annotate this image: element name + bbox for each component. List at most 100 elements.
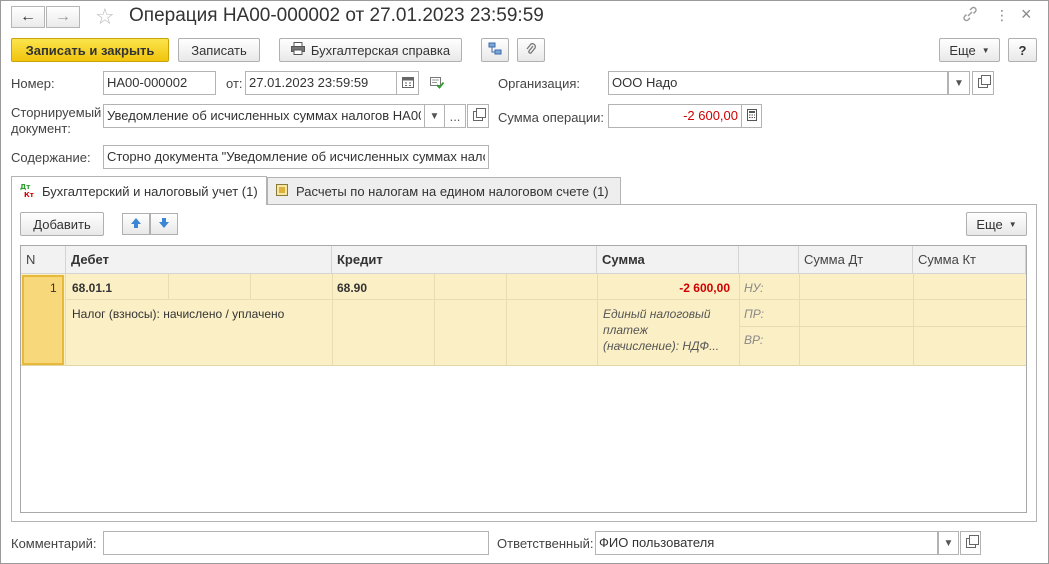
forward-button[interactable]: → xyxy=(46,6,80,28)
storno-dropdown-button[interactable]: ▼ xyxy=(424,104,445,128)
paperclip-icon xyxy=(525,42,537,59)
debit-credit-icon: Дт Кт xyxy=(20,182,36,201)
sum-description-line3: (начисление): НДФ... xyxy=(603,339,720,353)
forward-arrow-icon: → xyxy=(55,8,71,25)
storno-document-field[interactable]: Уведомление об исчисленных суммах налого… xyxy=(103,104,425,128)
page-title: Операция НА00-000002 от 27.01.2023 23:59… xyxy=(129,5,544,26)
calendar-button[interactable] xyxy=(396,71,419,95)
open-icon xyxy=(965,535,979,548)
chevron-down-icon: ▼ xyxy=(981,45,990,55)
storno-label-line2: документ: xyxy=(11,121,71,136)
content-value: Сторно документа "Уведомление об исчисле… xyxy=(107,149,485,164)
credit-account[interactable]: 68.90 xyxy=(337,281,367,295)
accounting-report-button[interactable]: Бухгалтерская справка xyxy=(279,38,462,62)
chevron-down-icon: ▼ xyxy=(943,537,954,549)
tab-accounting[interactable]: Дт Кт Бухгалтерский и налоговый учет (1) xyxy=(11,176,267,205)
sum-label: Сумма операции: xyxy=(498,110,604,125)
date-field[interactable]: 27.01.2023 23:59:59 xyxy=(245,71,397,95)
attach-button[interactable] xyxy=(517,38,545,62)
column-header-blank xyxy=(739,246,799,274)
pr-label: ПР: xyxy=(744,307,764,321)
row-number: 1 xyxy=(50,281,57,295)
arrow-up-icon xyxy=(130,217,142,232)
tab-tax-settlements-label: Расчеты по налогам на едином налоговом с… xyxy=(296,184,609,199)
nu-label: НУ: xyxy=(744,281,764,295)
responsible-value: ФИО пользователя xyxy=(599,535,715,550)
responsible-label: Ответственный: xyxy=(497,536,594,551)
close-icon[interactable]: × xyxy=(1021,4,1032,25)
table-more-button[interactable]: Еще ▼ xyxy=(966,212,1027,236)
more-button[interactable]: Еще ▼ xyxy=(939,38,1000,62)
svg-text:Кт: Кт xyxy=(24,191,35,198)
calendar-icon xyxy=(401,76,414,91)
tax-document-icon xyxy=(276,184,288,199)
ellipsis-label: ... xyxy=(449,108,461,124)
chevron-down-icon: ▼ xyxy=(429,110,440,122)
save-button[interactable]: Записать xyxy=(178,38,260,62)
column-header-sum-kt[interactable]: Сумма Кт xyxy=(913,246,1026,274)
debit-account[interactable]: 68.01.1 xyxy=(72,281,112,295)
sum-field[interactable]: -2 600,00 xyxy=(608,104,742,128)
date-label: от: xyxy=(226,76,243,91)
row-number-cell[interactable] xyxy=(22,275,64,365)
back-button[interactable]: ← xyxy=(11,6,45,28)
column-header-sum[interactable]: Сумма xyxy=(597,246,739,274)
favorite-star-icon[interactable]: ☆ xyxy=(95,4,115,30)
save-and-close-button[interactable]: Записать и закрыть xyxy=(11,38,169,62)
add-row-button[interactable]: Добавить xyxy=(20,212,104,236)
column-header-sum-dt[interactable]: Сумма Дт xyxy=(799,246,913,274)
tab-tax-settlements[interactable]: Расчеты по налогам на едином налоговом с… xyxy=(267,177,621,205)
column-header-credit[interactable]: Кредит xyxy=(332,246,597,274)
storno-document-value: Уведомление об исчисленных суммах налого… xyxy=(107,108,421,123)
column-header-debit[interactable]: Дебет xyxy=(66,246,332,274)
responsible-field[interactable]: ФИО пользователя xyxy=(595,531,938,555)
vr-label: ВР: xyxy=(744,333,764,347)
cell-divider xyxy=(739,274,1026,327)
accounting-report-label: Бухгалтерская справка xyxy=(310,42,451,58)
organization-field[interactable]: ООО Надо xyxy=(608,71,948,95)
content-label: Содержание: xyxy=(11,150,91,165)
number-label: Номер: xyxy=(11,76,55,91)
chevron-down-icon: ▼ xyxy=(954,77,964,89)
tab-accounting-label: Бухгалтерский и налоговый учет (1) xyxy=(42,183,258,199)
storno-open-button[interactable] xyxy=(467,104,489,128)
organization-dropdown-button[interactable]: ▼ xyxy=(948,71,970,95)
arrow-down-icon xyxy=(158,217,170,232)
number-value: НА00-000002 xyxy=(107,75,188,90)
organization-label: Организация: xyxy=(498,76,581,91)
cell-divider xyxy=(332,274,597,300)
help-button[interactable]: ? xyxy=(1008,38,1037,62)
organization-open-button[interactable] xyxy=(972,71,994,95)
open-icon xyxy=(978,75,991,88)
calculator-button[interactable] xyxy=(741,104,762,128)
structure-icon xyxy=(488,42,502,59)
table-more-label: Еще xyxy=(976,216,1003,232)
content-field[interactable]: Сторно документа "Уведомление об исчисле… xyxy=(103,145,489,169)
sum-description-line2: платеж xyxy=(603,323,648,337)
comment-field[interactable] xyxy=(103,531,489,555)
open-icon xyxy=(473,108,486,121)
more-vertical-icon[interactable]: ⋮ xyxy=(995,7,1009,24)
back-arrow-icon: ← xyxy=(20,8,36,25)
move-down-button[interactable] xyxy=(150,213,178,235)
column-header-n[interactable]: N xyxy=(21,246,66,274)
responsible-dropdown-button[interactable]: ▼ xyxy=(938,531,959,555)
storno-label-line1: Сторнируемый xyxy=(11,105,102,120)
move-up-button[interactable] xyxy=(122,213,150,235)
sum-description-line1: Единый налоговый xyxy=(603,307,711,321)
entries-table[interactable]: N Дебет Кредит Сумма Сумма Дт Сумма Кт 1… xyxy=(20,245,1027,513)
comment-label: Комментарий: xyxy=(11,536,97,551)
number-field[interactable]: НА00-000002 xyxy=(103,71,216,95)
storno-select-button[interactable]: ... xyxy=(444,104,466,128)
debit-subconto[interactable]: Налог (взносы): начислено / уплачено xyxy=(72,307,284,321)
printer-icon xyxy=(290,42,305,58)
svg-text:Дт: Дт xyxy=(20,183,31,191)
row-sum[interactable]: -2 600,00 xyxy=(679,281,730,295)
date-value: 27.01.2023 23:59:59 xyxy=(249,75,369,90)
structure-button[interactable] xyxy=(481,38,509,62)
responsible-open-button[interactable] xyxy=(960,531,981,555)
sum-value: -2 600,00 xyxy=(683,108,738,123)
organization-value: ООО Надо xyxy=(612,75,678,90)
link-icon[interactable] xyxy=(962,6,978,27)
more-label: Еще xyxy=(949,42,976,58)
